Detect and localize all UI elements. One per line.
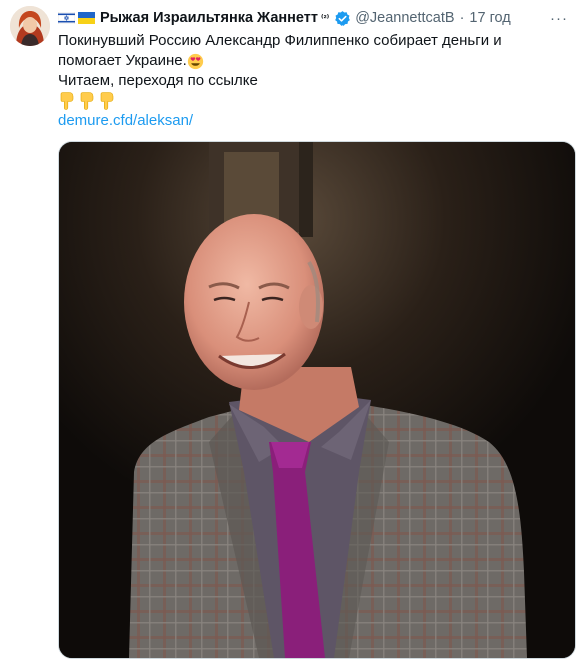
name-superscript: ⁽²⁾ [321,12,330,23]
text-line-3: Читаем, переходя по ссылке [58,72,258,89]
more-options-button[interactable]: ··· [550,10,568,27]
tweet-text: Покинувший Россию Александр Филиппенко с… [58,31,558,131]
tweet-header: Рыжая Израильтянка Жаннетт ⁽²⁾ @Jeannett… [58,8,568,28]
tweet-link[interactable]: demure.cfd/aleksan/ [58,111,558,131]
timestamp[interactable]: 17 год [469,10,510,26]
user-handle[interactable]: @JeannettcatB [355,10,454,26]
pointing-down-emoji [60,92,74,110]
text-line-2-wrap: помогает Украине. [58,51,558,71]
avatar[interactable] [10,6,50,46]
israel-flag-icon [58,12,75,24]
tweet-photo[interactable] [58,141,576,659]
heart-eyes-emoji [187,53,203,69]
emoji-row [58,91,558,111]
verified-badge-icon [335,10,351,26]
ukraine-flag-icon [78,12,95,24]
text-line-1: Покинувший Россию Александр Филиппенко с… [58,32,502,49]
pointing-down-emoji [100,92,114,110]
separator-dot: · [459,10,465,26]
pointing-down-emoji [80,92,94,110]
text-line-2: помогает Украине. [58,52,187,69]
display-name[interactable]: Рыжая Израильтянка Жаннетт [100,10,318,26]
tweet[interactable]: Рыжая Израильтянка Жаннетт ⁽²⁾ @Jeannett… [0,0,576,663]
